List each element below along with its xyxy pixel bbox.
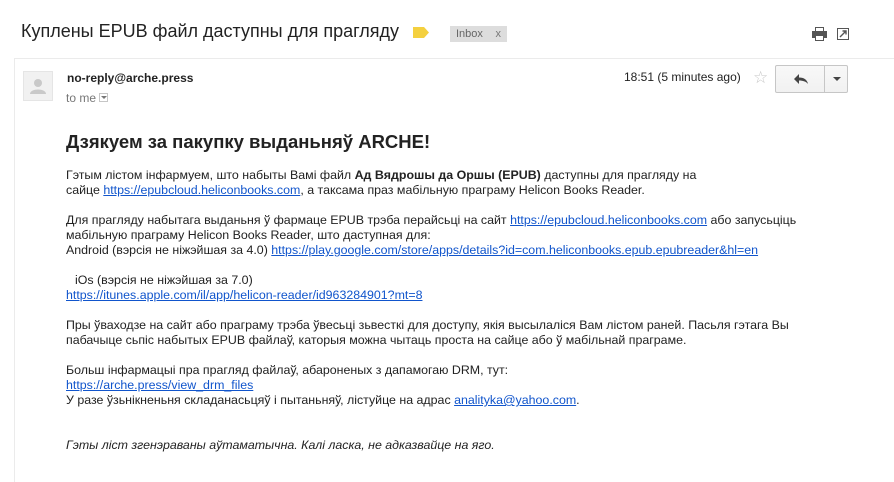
body-text: У разе ўзьнікненьня складанасьцяў і пыта… [66,393,455,407]
recipient-text: to me [66,91,97,105]
paragraph-how-to-view: Для прагляду набытага выданьня ў фармаце… [66,213,866,258]
body-text: або запусьціць [707,213,797,227]
header-divider [14,58,894,59]
sender-address[interactable]: no-reply@arche.press [67,71,193,85]
remove-label-button[interactable]: x [496,26,502,42]
epubcloud-link-2[interactable]: https://epubcloud.heliconbooks.com [510,213,707,227]
paragraph-purchase-info: Гэтым лістом інфармуем, што набыты Вамі … [66,168,866,198]
body-text: Гэтым лістом інфармуем, што набыты Вамі … [66,168,355,182]
body-text: Для прагляду набытага выданьня ў фармаце… [66,213,511,227]
default-avatar-icon [30,79,46,94]
more-actions-button[interactable] [825,66,847,92]
google-play-link[interactable]: https://play.google.com/store/apps/detai… [271,243,758,257]
body-text: , а таксама праз мабільную праграму Heli… [300,183,645,197]
paragraph-drm-info: Больш інфармацыі пра прагляд файлаў, аба… [66,363,866,408]
itunes-link[interactable]: https://itunes.apple.com/il/app/helicon-… [66,288,422,302]
drm-info-link[interactable]: https://arche.press/view_drm_files [66,378,253,392]
paragraph-login-info: Пры ўваходзе на сайт або праграму трэба … [66,318,866,348]
email-subject: Куплены EPUB файл даступны для прагляду [21,21,400,41]
label-tag-icon[interactable] [413,27,429,38]
inbox-label-chip: Inbox x [450,26,507,42]
subject-bar: Куплены EPUB файл даступны для прагляду … [0,0,894,58]
body-text: Больш інфармацыі пра прагляд файлаў, аба… [66,363,509,377]
message-body: Дзякуем за пакупку выданьняў ARCHE! Гэты… [66,131,866,453]
auto-generated-note: Гэты ліст згенэраваны аўтаматычна. Калі … [66,438,495,452]
star-icon[interactable]: ☆ [753,68,768,88]
body-text: . [576,393,580,407]
inbox-label-text: Inbox [456,28,483,40]
body-text: iOs (вэрсія не ніжэйшая за 7.0) [75,273,253,287]
show-details-dropdown-icon[interactable] [99,93,109,103]
body-text: Android (вэрсія не ніжэйшая за 4.0) [66,243,272,257]
support-email-link[interactable]: analityka@yahoo.com [454,393,576,407]
message-left-border [14,58,15,482]
body-text: даступны для прагляду на [540,168,697,182]
paragraph-ios: iOs (вэрсія не ніжэйшая за 7.0) https://… [66,273,866,303]
popout-icon[interactable] [837,27,849,40]
body-text: Пры ўваходзе на сайт або праграму трэба … [66,318,789,332]
reply-button-group [775,65,848,93]
epubcloud-link[interactable]: https://epubcloud.heliconbooks.com [103,183,300,197]
message-heading: Дзякуем за пакупку выданьняў ARCHE! [66,131,431,152]
book-title: Ад Вядрошы да Оршы (EPUB) [354,168,541,182]
recipient-line[interactable]: to me [66,91,109,105]
body-text: мабільную праграму Helicon Books Reader,… [66,228,431,242]
reply-icon [794,74,808,84]
message-timestamp: 18:51 (5 minutes ago) [624,70,741,84]
body-text: сайце [66,183,104,197]
avatar [23,71,53,101]
print-icon[interactable] [812,27,827,41]
body-text: пабачыце сьпіс набытых EPUB файлаў, като… [66,333,687,347]
reply-button[interactable] [776,66,825,92]
